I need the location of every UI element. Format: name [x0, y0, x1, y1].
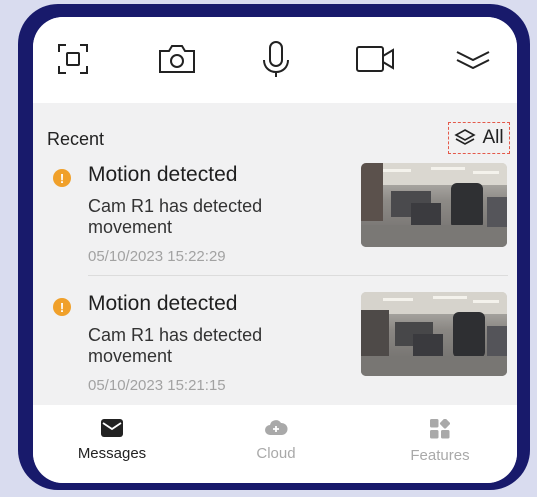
tab-features[interactable]: Features	[385, 419, 495, 464]
recent-heading: Recent	[47, 129, 105, 149]
collapse-icon	[456, 51, 490, 69]
quick-action-toolbar	[33, 17, 517, 103]
tab-messages-label: Messages	[77, 445, 147, 462]
event-thumbnail[interactable]	[361, 292, 507, 376]
app-screen: Recent All ! Motion detected Cam R1 has …	[33, 17, 517, 483]
tab-cloud[interactable]: Cloud	[221, 419, 331, 462]
event-description: Cam R1 has detected movement	[88, 196, 263, 237]
camera-icon	[159, 45, 195, 73]
camera-snapshot-image	[361, 292, 507, 376]
layers-icon	[454, 129, 477, 145]
tab-messages[interactable]: Messages	[57, 419, 167, 462]
tab-features-label: Features	[410, 447, 470, 464]
camera-snapshot-image	[361, 163, 507, 247]
talk-button[interactable]	[254, 37, 298, 81]
snapshot-button[interactable]	[155, 37, 199, 81]
scan-button[interactable]	[51, 37, 95, 81]
filter-all-label: All	[482, 127, 504, 148]
warning-icon: !	[53, 169, 71, 187]
event-list-item[interactable]: ! Motion detected Cam R1 has detected mo…	[33, 292, 517, 412]
envelope-icon	[101, 419, 123, 437]
video-icon	[356, 46, 394, 72]
warning-icon: !	[53, 298, 71, 316]
filter-all-button[interactable]: All	[448, 122, 510, 154]
tab-cloud-label: Cloud	[256, 445, 296, 462]
event-thumbnail[interactable]	[361, 163, 507, 247]
event-list-item[interactable]: ! Motion detected Cam R1 has detected mo…	[33, 163, 517, 283]
event-title: Motion detected	[88, 163, 238, 186]
event-title: Motion detected	[88, 292, 238, 315]
event-timestamp: 05/10/2023 15:22:29	[88, 248, 226, 265]
collapse-button[interactable]	[451, 37, 495, 81]
bottom-tab-bar: Messages Cloud Features	[33, 405, 517, 483]
event-description: Cam R1 has detected movement	[88, 325, 263, 366]
grid-icon	[430, 419, 450, 439]
event-timestamp: 05/10/2023 15:21:15	[88, 377, 226, 394]
microphone-icon	[263, 41, 289, 77]
scan-icon	[58, 44, 88, 74]
cloud-icon	[265, 420, 288, 435]
list-divider	[88, 275, 508, 276]
record-button[interactable]	[353, 37, 397, 81]
